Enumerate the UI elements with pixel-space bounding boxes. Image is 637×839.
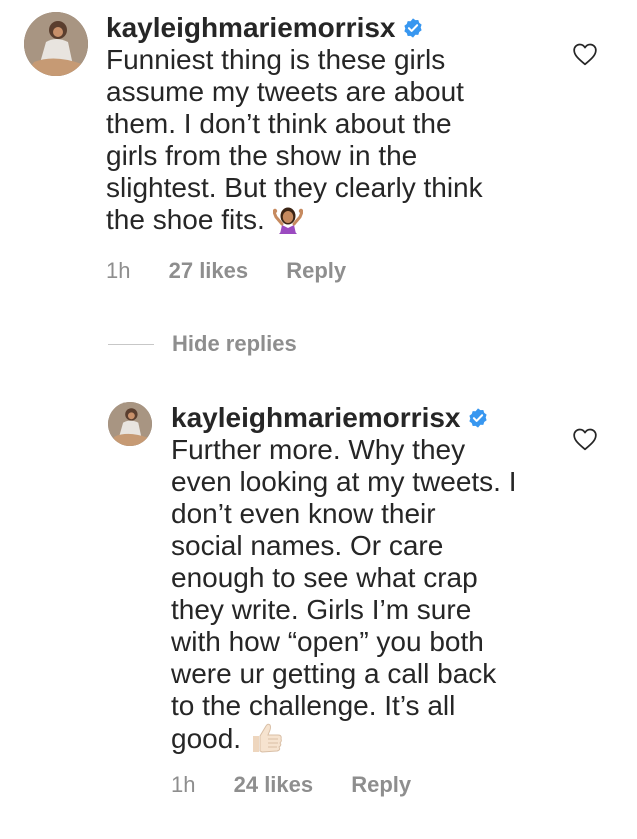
woman-shrugging-emoji (272, 207, 303, 234)
comment-body: kayleighmariemorrisx Funniest thing is t… (106, 12, 576, 236)
comment-line: girls from the show in the (106, 140, 418, 171)
reply-line: enough to see what crap (171, 562, 478, 593)
reply-line: don’t even know their (171, 498, 436, 529)
reply-line: were ur getting a call back (171, 658, 497, 689)
comment-line: assume my tweets are about (106, 76, 464, 107)
comment-username[interactable]: kayleighmariemorrisx (106, 12, 396, 43)
like-heart-icon[interactable] (572, 427, 598, 451)
comment-time: 1h (106, 258, 131, 283)
reply-line: social names. Or care (171, 530, 444, 561)
avatar[interactable] (108, 402, 152, 446)
reply-line: with how “open” you both (171, 626, 484, 657)
reply-body: kayleighmariemorrisx Further more. Why t… (171, 402, 571, 755)
comment-line: slightest. But they clearly think (106, 172, 483, 203)
reply-line: to the challenge. It’s all (171, 690, 456, 721)
thread-divider (108, 343, 154, 345)
reply-username[interactable]: kayleighmariemorrisx (171, 402, 461, 433)
verified-badge-icon (468, 408, 487, 428)
like-heart-icon[interactable] (572, 42, 598, 66)
reply-button[interactable]: Reply (286, 258, 346, 284)
avatar[interactable] (24, 12, 88, 76)
reply-time: 1h (171, 772, 196, 797)
hide-replies-label: Hide replies (172, 331, 297, 356)
comment-line: them. I don’t think about the (106, 108, 452, 139)
thumbs-up-emoji (253, 723, 282, 753)
hide-replies-button[interactable]: Hide replies (108, 330, 297, 358)
avatar-photo (24, 12, 88, 76)
reply-line: good. (171, 723, 242, 754)
avatar-photo (108, 402, 152, 446)
reply-meta: 1h 24 likes Reply (171, 772, 411, 798)
comment-line: Funniest thing is these girls (106, 44, 446, 75)
reply-likes[interactable]: 24 likes (234, 772, 314, 798)
comment-meta: 1h 27 likes Reply (106, 258, 346, 284)
reply-line: even looking at my tweets. I (171, 466, 517, 497)
verified-badge-icon (403, 18, 422, 38)
comment-line: the shoe fits. (106, 204, 265, 235)
reply-line: Further more. Why they (171, 434, 466, 465)
comment-likes[interactable]: 27 likes (169, 258, 249, 284)
reply-line: they write. Girls I’m sure (171, 594, 472, 625)
reply-button[interactable]: Reply (351, 772, 411, 798)
